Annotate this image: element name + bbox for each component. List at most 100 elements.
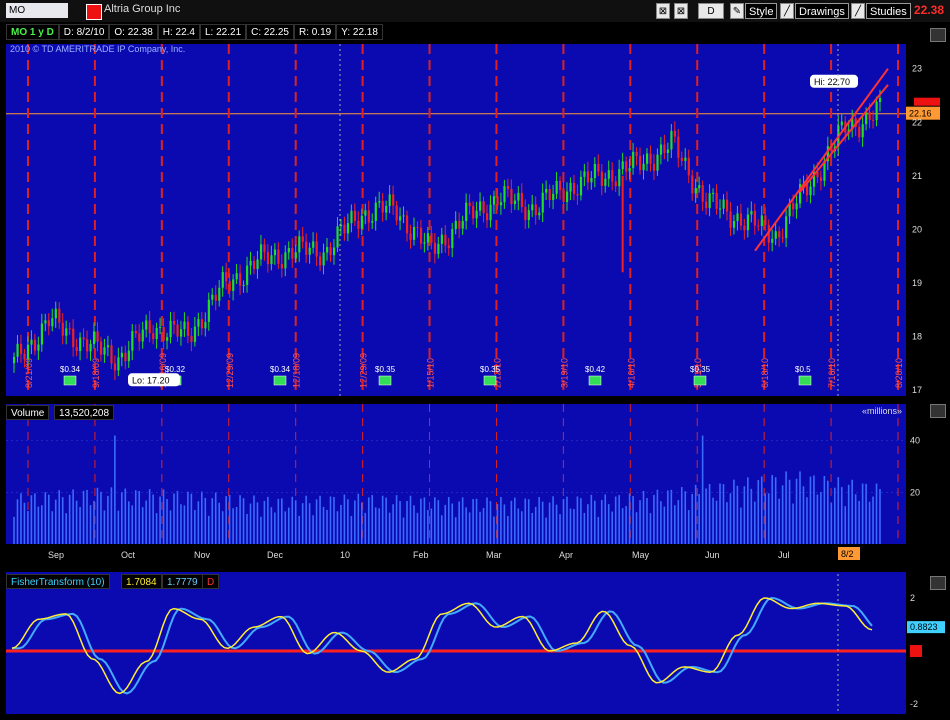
- candle-body[interactable]: [40, 323, 44, 345]
- candle-body[interactable]: [79, 337, 82, 352]
- candle-body[interactable]: [621, 161, 624, 170]
- candle-body[interactable]: [374, 202, 377, 222]
- candle-body[interactable]: [645, 153, 649, 164]
- candle-body[interactable]: [555, 180, 558, 194]
- candle-body[interactable]: [332, 247, 336, 256]
- candle-body[interactable]: [99, 341, 103, 355]
- candle-body[interactable]: [103, 347, 106, 355]
- volume-label[interactable]: Volume: [6, 405, 50, 420]
- candle-body[interactable]: [517, 192, 520, 201]
- candle-body[interactable]: [19, 343, 23, 354]
- candle-body[interactable]: [691, 175, 694, 194]
- candle-body[interactable]: [315, 241, 318, 257]
- candle-body[interactable]: [145, 320, 148, 330]
- candle-body[interactable]: [795, 203, 798, 210]
- candle-body[interactable]: [127, 350, 130, 362]
- candle-body[interactable]: [774, 231, 777, 239]
- candle-body[interactable]: [47, 320, 50, 327]
- candle-body[interactable]: [510, 188, 513, 205]
- candle-body[interactable]: [506, 186, 510, 189]
- candle-body[interactable]: [809, 186, 812, 196]
- candle-body[interactable]: [872, 119, 875, 121]
- candle-body[interactable]: [875, 101, 878, 120]
- candle-body[interactable]: [211, 294, 214, 300]
- candle-body[interactable]: [221, 272, 224, 288]
- candle-body[interactable]: [287, 247, 290, 253]
- candle-body[interactable]: [364, 210, 367, 216]
- candle-body[interactable]: [346, 223, 350, 234]
- candle-body[interactable]: [579, 176, 583, 196]
- candle-body[interactable]: [632, 151, 635, 168]
- candle-body[interactable]: [861, 124, 864, 138]
- candle-body[interactable]: [719, 208, 722, 210]
- candle-body[interactable]: [715, 192, 718, 209]
- candle-body[interactable]: [764, 215, 767, 226]
- candle-body[interactable]: [840, 121, 843, 126]
- candle-body[interactable]: [819, 177, 823, 181]
- candle-body[interactable]: [534, 204, 537, 216]
- dividend-icon[interactable]: [378, 375, 392, 386]
- candle-body[interactable]: [732, 220, 736, 228]
- candle-body[interactable]: [444, 234, 447, 246]
- candle-body[interactable]: [722, 199, 725, 209]
- candle-body[interactable]: [746, 214, 750, 231]
- candle-body[interactable]: [694, 188, 697, 194]
- dividend-icon[interactable]: [798, 375, 812, 386]
- candle-body[interactable]: [503, 186, 506, 203]
- candle-body[interactable]: [61, 322, 64, 336]
- candle-body[interactable]: [743, 225, 746, 231]
- candle-body[interactable]: [176, 324, 179, 337]
- candle-body[interactable]: [479, 201, 482, 211]
- candle-body[interactable]: [430, 233, 433, 243]
- candle-body[interactable]: [37, 344, 40, 351]
- candle-body[interactable]: [395, 205, 398, 221]
- candle-body[interactable]: [381, 201, 384, 213]
- candle-body[interactable]: [204, 321, 207, 329]
- candle-body[interactable]: [701, 185, 704, 202]
- candle-body[interactable]: [419, 227, 423, 244]
- candle-body[interactable]: [576, 193, 579, 196]
- candle-body[interactable]: [284, 252, 287, 269]
- candle-body[interactable]: [635, 151, 638, 157]
- candle-body[interactable]: [618, 169, 621, 187]
- candle-body[interactable]: [193, 326, 197, 342]
- candle-body[interactable]: [684, 157, 687, 161]
- dividend-icon[interactable]: [588, 375, 602, 386]
- candle-body[interactable]: [489, 204, 492, 221]
- candle-body[interactable]: [725, 199, 729, 212]
- candle-body[interactable]: [670, 130, 673, 150]
- candle-body[interactable]: [642, 163, 645, 171]
- candle-body[interactable]: [16, 343, 19, 357]
- candle-body[interactable]: [169, 320, 172, 338]
- candle-body[interactable]: [54, 308, 57, 319]
- candle-body[interactable]: [868, 111, 871, 120]
- candle-body[interactable]: [266, 252, 270, 265]
- candle-body[interactable]: [86, 339, 89, 352]
- candle-body[interactable]: [259, 244, 263, 260]
- candle-body[interactable]: [388, 194, 391, 206]
- candle-body[interactable]: [520, 192, 523, 207]
- candle-body[interactable]: [190, 335, 193, 342]
- candle-body[interactable]: [447, 245, 450, 248]
- candle-body[interactable]: [656, 154, 659, 171]
- candle-body[interactable]: [785, 216, 788, 238]
- candle-body[interactable]: [218, 287, 221, 301]
- candle-body[interactable]: [712, 192, 715, 194]
- candle-body[interactable]: [454, 220, 457, 230]
- candle-body[interactable]: [308, 247, 311, 255]
- candle-body[interactable]: [705, 201, 708, 209]
- candle-body[interactable]: [597, 163, 600, 172]
- candle-body[interactable]: [367, 210, 370, 223]
- candle-body[interactable]: [252, 260, 256, 270]
- candle-body[interactable]: [468, 202, 471, 206]
- candle-body[interactable]: [200, 319, 204, 329]
- candle-body[interactable]: [26, 344, 30, 360]
- candle-body[interactable]: [559, 180, 562, 191]
- candle-body[interactable]: [465, 202, 468, 222]
- candle-body[interactable]: [392, 194, 395, 206]
- candle-body[interactable]: [666, 149, 670, 153]
- candle-body[interactable]: [524, 206, 527, 221]
- candle-body[interactable]: [138, 333, 141, 342]
- candle-body[interactable]: [753, 211, 756, 226]
- candle-body[interactable]: [879, 98, 882, 102]
